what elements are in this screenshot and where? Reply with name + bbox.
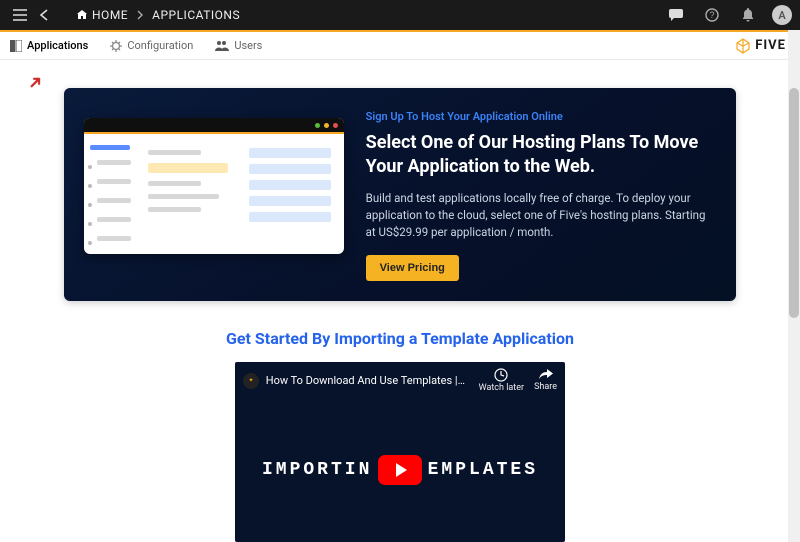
hosting-hero: Sign Up To Host Your Application Online …: [64, 88, 736, 301]
breadcrumb-home-label: HOME: [92, 8, 128, 22]
tab-label: Applications: [27, 39, 88, 52]
breadcrumb-home[interactable]: HOME: [72, 8, 132, 22]
topbar-actions: ? A: [664, 3, 792, 27]
tab-label: Users: [234, 39, 262, 52]
clock-icon: [494, 368, 508, 382]
tab-users[interactable]: Users: [215, 39, 262, 52]
top-bar: HOME APPLICATIONS ? A: [0, 0, 800, 30]
brand-name: FIVE: [755, 38, 786, 53]
tab-label: Configuration: [127, 39, 193, 52]
main-content: Sign Up To Host Your Application Online …: [0, 60, 800, 542]
tab-applications[interactable]: Applications: [10, 39, 88, 52]
hero-eyebrow: Sign Up To Host Your Application Online: [366, 110, 712, 123]
import-section-title: Get Started By Importing a Template Appl…: [64, 329, 736, 348]
home-icon: [76, 9, 88, 21]
gear-icon: [110, 40, 122, 52]
watch-later-label: Watch later: [479, 383, 524, 393]
play-button[interactable]: [378, 455, 422, 485]
tutorial-video[interactable]: ✦ How To Download And Use Templates |… W…: [235, 362, 565, 542]
tab-configuration[interactable]: Configuration: [110, 39, 193, 52]
view-pricing-button[interactable]: View Pricing: [366, 255, 459, 281]
chat-icon[interactable]: [664, 3, 688, 27]
share-label: Share: [534, 382, 557, 392]
scrollbar-thumb[interactable]: [789, 88, 799, 318]
avatar[interactable]: A: [772, 5, 792, 25]
brand-icon: [735, 38, 751, 54]
brand-icon: ✦: [243, 373, 259, 389]
users-icon: [215, 40, 229, 52]
chevron-right-icon: [136, 10, 144, 20]
share-button[interactable]: Share: [534, 369, 557, 392]
hero-illustration: [64, 88, 360, 301]
svg-text:?: ?: [709, 10, 714, 20]
hero-text: Sign Up To Host Your Application Online …: [360, 88, 736, 301]
app-mockup: [84, 118, 344, 254]
watch-later-button[interactable]: Watch later: [479, 368, 524, 393]
video-title-row: ✦ How To Download And Use Templates |…: [243, 373, 465, 389]
back-icon[interactable]: [34, 3, 58, 27]
hero-body: Build and test applications locally free…: [366, 190, 712, 242]
share-icon: [539, 369, 553, 381]
brand-logo: FIVE: [735, 38, 786, 54]
applications-icon: [10, 40, 22, 52]
help-icon[interactable]: ?: [700, 3, 724, 27]
scrollbar-track[interactable]: [788, 30, 800, 542]
bell-icon[interactable]: [736, 3, 760, 27]
menu-icon[interactable]: [8, 3, 32, 27]
hero-title: Select One of Our Hosting Plans To Move …: [366, 131, 712, 180]
breadcrumb: HOME APPLICATIONS: [72, 8, 664, 22]
breadcrumb-current[interactable]: APPLICATIONS: [148, 8, 244, 22]
video-title: How To Download And Use Templates |…: [266, 374, 465, 387]
section-tabs: Applications Configuration Users FIVE: [0, 32, 800, 60]
